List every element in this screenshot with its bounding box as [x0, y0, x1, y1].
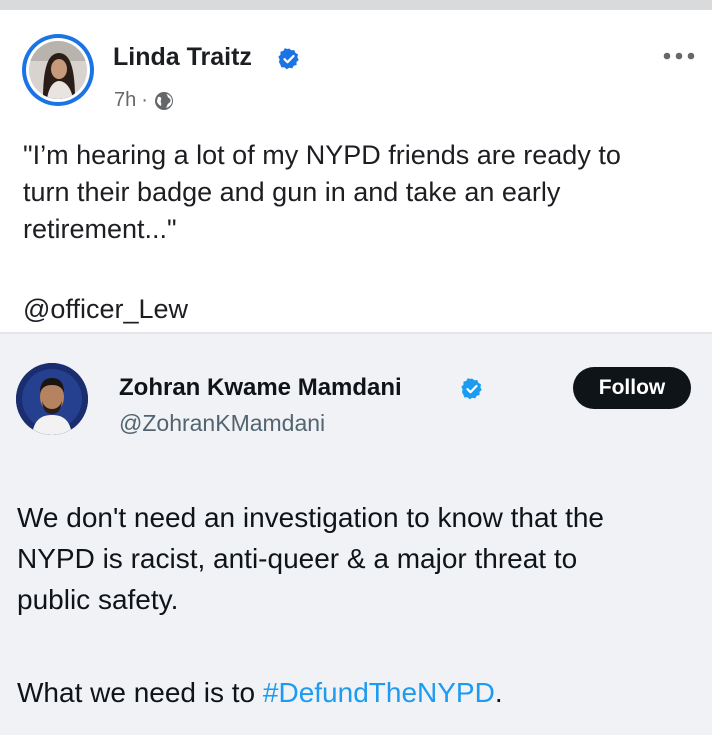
tweet-author-avatar[interactable] — [16, 363, 88, 435]
tweet-author-name[interactable]: Zohran Kwame Mamdani — [119, 374, 402, 402]
verified-badge-icon — [461, 378, 482, 400]
avatar-photo — [29, 41, 87, 99]
follow-button[interactable]: Follow — [573, 367, 691, 409]
tweet-closing-suffix: . — [494, 677, 503, 708]
post-meta: 7h · — [114, 89, 174, 112]
author-name[interactable]: Linda Traitz — [113, 43, 252, 72]
post-text: "I’m hearing a lot of my NYPD friends ar… — [23, 137, 693, 248]
post-time[interactable]: 7h — [114, 89, 136, 112]
tweet-text-line: NYPD is racist, anti-queer & a major thr… — [17, 543, 578, 574]
tweet-text-line: We don't need an investigation to know t… — [17, 502, 605, 533]
bottom-edge — [0, 735, 712, 749]
tweet-closing-prefix: What we need is to — [17, 677, 263, 708]
tweet-closing-line: What we need is to #DefundTheNYPD. — [17, 672, 503, 713]
meta-separator: · — [141, 89, 148, 111]
tweet-author-handle[interactable]: @ZohranKMamdani — [119, 410, 325, 437]
tweet-avatar-portrait-icon — [16, 363, 88, 435]
embedded-tweet: Zohran Kwame Mamdani @ZohranKMamdani Fol… — [0, 334, 712, 735]
post-text-line: turn their badge and gun in and take an … — [23, 177, 561, 207]
post-mention: @officer_Lew — [23, 294, 188, 324]
author-avatar[interactable] — [22, 34, 94, 106]
avatar-border — [26, 38, 90, 102]
globe-icon — [154, 91, 173, 110]
post-text-line: "I’m hearing a lot of my NYPD friends ar… — [23, 140, 621, 170]
avatar-portrait-icon — [29, 41, 87, 99]
more-options-icon[interactable] — [661, 50, 697, 62]
tweet-text-line: public safety. — [17, 584, 179, 615]
tweet-text: We don't need an investigation to know t… — [17, 497, 707, 620]
verified-badge-icon — [278, 48, 299, 70]
hashtag-link[interactable]: #DefundTheNYPD — [263, 677, 495, 708]
facebook-post: Linda Traitz 7h · "I’m hearing a lot of … — [0, 10, 712, 332]
post-text-line: retirement..." — [23, 214, 177, 244]
top-separator — [0, 0, 712, 10]
